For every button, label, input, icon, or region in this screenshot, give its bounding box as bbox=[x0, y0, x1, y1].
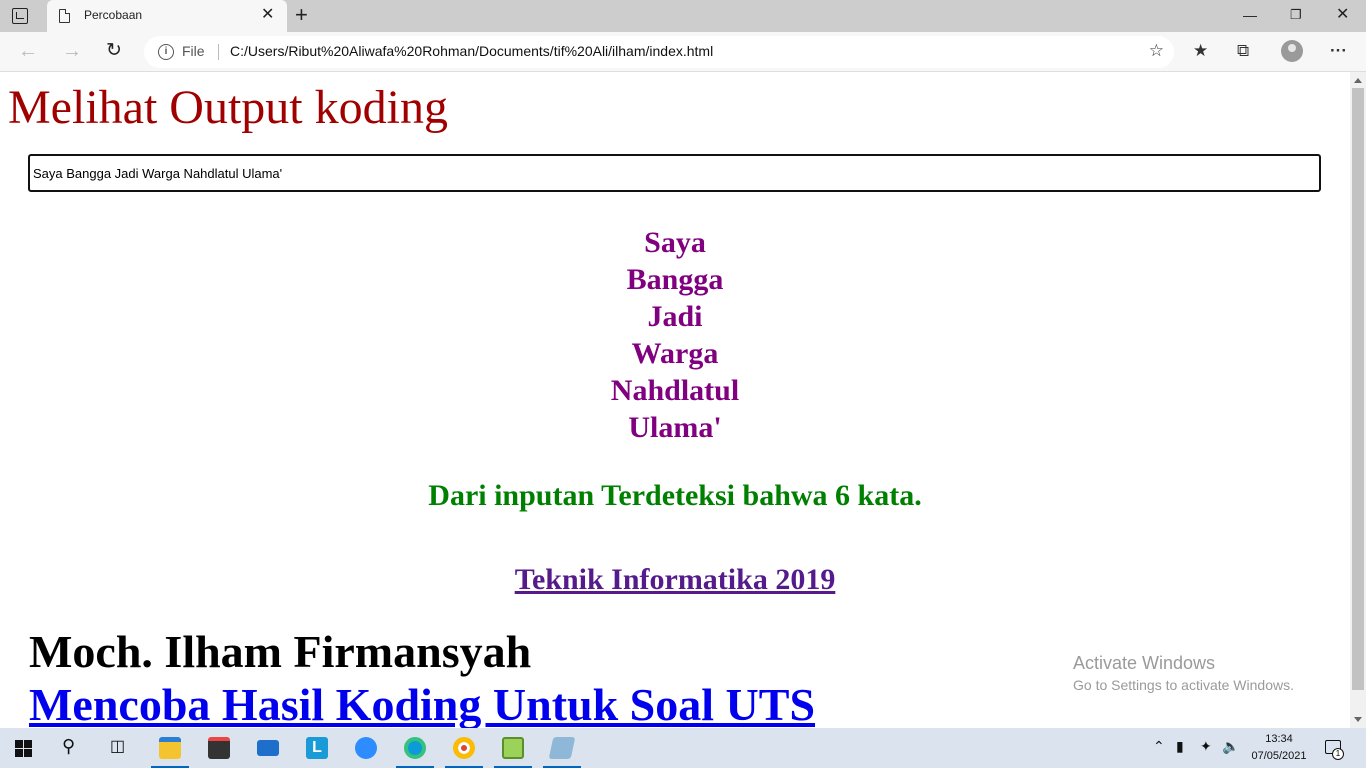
watermark-subtitle: Go to Settings to activate Windows. bbox=[1073, 677, 1294, 693]
url-text[interactable]: C:/Users/Ribut%20Aliwafa%20Rohman/Docume… bbox=[230, 43, 713, 59]
close-window-icon[interactable]: ✕ bbox=[1336, 6, 1349, 24]
page-viewport: Melihat Output koding Saya Bangga Jadi W… bbox=[0, 72, 1350, 728]
chrome-icon[interactable] bbox=[445, 732, 483, 768]
uts-link[interactable]: Mencoba Hasil Koding Untuk Soal UTS bbox=[29, 679, 815, 728]
page-icon bbox=[59, 9, 70, 23]
watermark-title: Activate Windows bbox=[1073, 653, 1216, 673]
system-clock[interactable]: 13:34 07/05/2021 bbox=[1244, 731, 1314, 765]
add-favorite-icon[interactable]: ☆ bbox=[1149, 41, 1164, 61]
show-hidden-icons-icon[interactable]: ⌃ bbox=[1153, 738, 1165, 755]
collections-icon[interactable]: ⧉ bbox=[1237, 40, 1249, 62]
generic-app-icon[interactable] bbox=[543, 732, 581, 768]
word-count-result: Dari inputan Terdeteksi bahwa 6 kata. bbox=[428, 479, 922, 512]
address-divider bbox=[218, 44, 219, 60]
more-menu-icon[interactable]: ··· bbox=[1330, 40, 1347, 62]
browser-titlebar: Percobaan ✕ + — ❐ ✕ bbox=[0, 0, 1366, 32]
wifi-icon[interactable]: ✦ bbox=[1200, 738, 1212, 755]
minimize-icon[interactable]: — bbox=[1243, 6, 1257, 24]
task-view-icon[interactable]: ◫ bbox=[110, 736, 125, 756]
edge-icon[interactable] bbox=[396, 732, 434, 768]
page-heading: Melihat Output koding bbox=[8, 81, 448, 134]
file-explorer-icon[interactable] bbox=[151, 732, 189, 768]
word-item: Jadi bbox=[647, 300, 703, 333]
refresh-icon[interactable]: ↻ bbox=[106, 40, 122, 62]
notepad-plus-icon[interactable] bbox=[494, 732, 532, 768]
start-icon[interactable] bbox=[15, 740, 32, 757]
info-icon[interactable]: i bbox=[158, 44, 174, 60]
mail-icon[interactable] bbox=[249, 732, 287, 764]
word-item: Bangga bbox=[626, 263, 724, 296]
org-link-container: Teknik Informatika 2019 bbox=[0, 562, 1350, 598]
scroll-down-icon[interactable] bbox=[1354, 717, 1362, 722]
restore-icon[interactable]: ❐ bbox=[1290, 6, 1302, 24]
clock-date: 07/05/2021 bbox=[1251, 750, 1307, 762]
search-icon[interactable]: ⚲ bbox=[62, 736, 75, 757]
author-name: Moch. Ilham Firmansyah bbox=[29, 626, 532, 677]
favorites-icon[interactable]: ★ bbox=[1193, 40, 1208, 62]
word-item: Ulama' bbox=[628, 411, 722, 444]
word-item: Saya bbox=[644, 226, 706, 259]
back-icon[interactable]: ← bbox=[18, 40, 38, 62]
org-link[interactable]: Teknik Informatika 2019 bbox=[515, 563, 836, 596]
clock-time: 13:34 bbox=[1265, 733, 1293, 745]
uts-link-container: Mencoba Hasil Koding Untuk Soal UTS bbox=[29, 678, 815, 728]
forward-icon[interactable]: → bbox=[62, 40, 82, 62]
microsoft-store-icon[interactable] bbox=[200, 732, 238, 764]
zoom-icon[interactable] bbox=[347, 732, 385, 764]
word-item: Nahdlatul bbox=[610, 374, 740, 407]
scroll-up-icon[interactable] bbox=[1354, 78, 1362, 83]
activate-windows-watermark: Activate Windows Go to Settings to activ… bbox=[1073, 652, 1294, 696]
l-app-icon[interactable]: L bbox=[298, 732, 336, 764]
browser-tab[interactable]: Percobaan ✕ bbox=[47, 0, 287, 32]
volume-icon[interactable]: 🔈 bbox=[1222, 738, 1239, 755]
sentence-input[interactable] bbox=[28, 154, 1321, 192]
new-tab-button[interactable]: + bbox=[295, 3, 308, 27]
word-list: Saya Bangga Jadi Warga Nahdlatul Ulama' bbox=[0, 224, 1350, 446]
address-scheme-label: File bbox=[182, 43, 205, 59]
tab-actions-menu-icon[interactable] bbox=[12, 8, 28, 24]
notification-count-badge: 1 bbox=[1332, 748, 1344, 760]
profile-avatar[interactable] bbox=[1281, 40, 1303, 62]
battery-icon[interactable]: ▮ bbox=[1176, 738, 1184, 755]
scroll-thumb[interactable] bbox=[1352, 88, 1364, 690]
windows-taskbar: ⚲ ◫ L ⌃ ▮ ✦ 🔈 13:34 07/05/2021 1 bbox=[0, 728, 1366, 768]
browser-toolbar: ← → ↻ i File C:/Users/Ribut%20Aliwafa%20… bbox=[0, 32, 1366, 72]
vertical-scrollbar[interactable] bbox=[1350, 72, 1366, 728]
tab-close-icon[interactable]: ✕ bbox=[261, 6, 274, 24]
tab-title: Percobaan bbox=[84, 8, 143, 22]
address-bar[interactable]: i File C:/Users/Ribut%20Aliwafa%20Rohman… bbox=[144, 36, 1174, 68]
word-item: Warga bbox=[631, 337, 719, 370]
